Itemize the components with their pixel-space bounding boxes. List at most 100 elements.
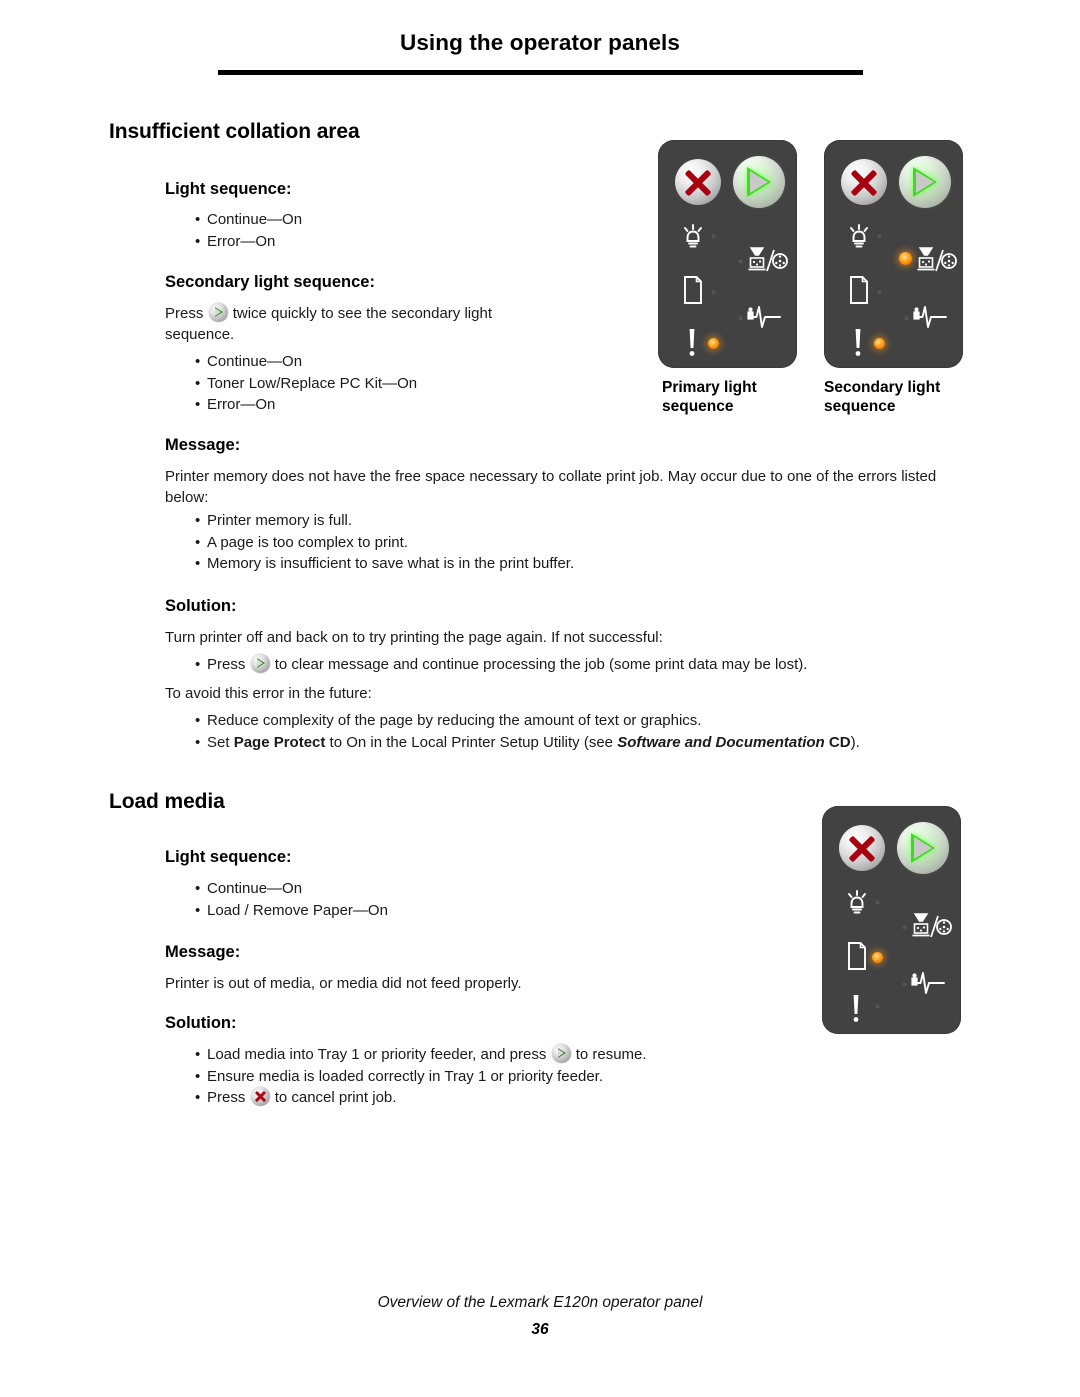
cancel-button-icon[interactable] — [841, 159, 887, 205]
paper-led — [711, 290, 716, 295]
error-led — [875, 1004, 880, 1009]
bullet-glyph: • — [195, 533, 201, 551]
bullet-glyph: • — [195, 712, 201, 729]
error-exclamation-icon — [853, 995, 859, 1022]
light-sequence-heading-1: Light sequence: — [165, 180, 292, 198]
secondary-light-sequence-intro: Press twice quickly to see the secondary… — [165, 303, 535, 345]
solution-text-after: to resume. — [575, 1046, 647, 1063]
light-sequence-heading-2: Light sequence: — [165, 848, 292, 866]
list-item: • Continue—On — [165, 878, 388, 900]
error-exclamation-icon — [855, 329, 861, 356]
solution-text-before: Load media into Tray 1 or priority feede… — [207, 1046, 547, 1063]
solution-text-part1: Set — [207, 733, 234, 751]
solution-list-1b: • Reduce complexity of the page by reduci… — [165, 710, 860, 753]
continue-button-icon[interactable] — [208, 303, 228, 322]
jam-led — [904, 316, 909, 321]
bullet-glyph: • — [195, 512, 201, 529]
cancel-button-icon[interactable] — [839, 825, 885, 871]
page-header: Using the operator panels — [0, 30, 1080, 56]
bullet-glyph: • — [195, 396, 201, 413]
list-item: • Press to clear message and continue pr… — [165, 654, 807, 676]
secondary-light-sequence-list: • Continue—On • Toner Low/Replace PC Kit—O… — [165, 351, 417, 416]
continue-button-icon[interactable] — [551, 1044, 571, 1063]
cancel-button-icon[interactable] — [250, 1087, 270, 1106]
footer-page-number: 36 — [531, 1321, 549, 1338]
bullet-glyph: • — [195, 1067, 201, 1085]
bullet-glyph: • — [195, 656, 201, 673]
solution-heading-2: Solution: — [165, 1014, 237, 1032]
message-body-2: Printer is out of media, or media did no… — [165, 975, 522, 992]
jam-led — [738, 316, 743, 321]
continue-button-icon[interactable] — [250, 654, 270, 673]
list-item: • Set Page Protect to On in the Local Pr… — [165, 732, 860, 754]
section-heading-load-media: Load media — [109, 790, 225, 813]
load-remove-paper-icon — [850, 276, 868, 304]
toner-low-replace-pc-kit-icon — [917, 247, 957, 272]
list-item: • Ensure media is loaded correctly in Tra… — [165, 1066, 647, 1088]
jam-led — [902, 982, 907, 987]
continue-button-icon[interactable] — [729, 152, 789, 212]
solution-intro-1: Turn printer off and back on to try prin… — [165, 629, 663, 646]
page-protect-term: Page Protect — [233, 733, 326, 751]
paper-jam-icon — [747, 306, 781, 328]
x-glyph — [839, 825, 885, 871]
x-glyph — [675, 159, 721, 205]
list-item: • Toner Low/Replace PC Kit—On — [165, 373, 417, 395]
list-item: • Continue—On — [165, 209, 302, 231]
ready-lamp-led — [875, 900, 880, 905]
intro-text-before: Press — [165, 305, 204, 322]
solution-heading-1: Solution: — [165, 597, 237, 615]
bullet-glyph: • — [195, 353, 201, 370]
message-heading-1: Message: — [165, 436, 241, 454]
list-item: • Load media into Tray 1 or priority fee… — [165, 1044, 647, 1066]
bullet-glyph: • — [195, 232, 201, 250]
light-sequence-list-1: • Continue—On • Error—On — [165, 209, 302, 252]
continue-button-icon[interactable] — [893, 818, 953, 878]
solution-list-1a: • Press to clear message and continue pr… — [165, 654, 807, 676]
toner-led — [902, 925, 907, 930]
bullet-glyph: • — [195, 880, 201, 897]
list-item: • Memory is insufficient to save what is … — [165, 553, 574, 575]
list-item: • Reduce complexity of the page by reduci… — [165, 710, 860, 732]
list-item: • Press to cancel print job. — [165, 1087, 647, 1109]
caption-line-1: Primary light — [662, 379, 757, 396]
solution-mid-text-1: To avoid this error in the future: — [165, 685, 372, 702]
solution-list-2: • Load media into Tray 1 or priority fee… — [165, 1044, 647, 1109]
solution-text-part3: ). — [850, 733, 860, 751]
caption-line-2: sequence — [824, 397, 896, 415]
primary-panel-caption: Primary light sequence — [662, 379, 822, 416]
continue-button-icon[interactable] — [895, 152, 955, 212]
list-item: • A page is too complex to print. — [165, 532, 574, 554]
ready-lamp-icon — [684, 224, 702, 248]
bullet-glyph: • — [195, 733, 201, 751]
cancel-button-icon[interactable] — [675, 159, 721, 205]
solution-text-part2: to On in the Local Printer Setup Utility… — [325, 733, 618, 751]
ready-lamp-icon — [848, 890, 866, 914]
bullet-glyph: • — [195, 211, 201, 228]
solution-text-after: to clear message and continue processing… — [274, 656, 808, 673]
solution-text-after: to cancel print job. — [274, 1089, 397, 1106]
toner-led — [899, 252, 912, 265]
paper-led — [877, 290, 882, 295]
list-item: • Load / Remove Paper—On — [165, 900, 388, 922]
header-divider — [218, 70, 863, 75]
ready-lamp-icon — [850, 224, 868, 248]
error-led — [708, 338, 719, 349]
primary-light-sequence-panel — [658, 140, 797, 368]
error-led — [874, 338, 885, 349]
solution-text-before: Press — [207, 656, 246, 673]
triangle-inner-glyph — [914, 836, 932, 859]
triangle-inner-glyph — [916, 170, 934, 193]
light-sequence-list-2: • Continue—On • Load / Remove Paper—On — [165, 878, 388, 921]
bullet-glyph: • — [195, 555, 201, 572]
toner-low-replace-pc-kit-icon — [748, 247, 788, 272]
triangle-inner-glyph — [750, 170, 768, 193]
load-media-light-sequence-panel — [822, 806, 961, 1034]
list-item: • Printer memory is full. — [165, 510, 574, 532]
load-remove-paper-icon — [848, 942, 866, 970]
bullet-glyph: • — [195, 1046, 201, 1063]
toner-low-replace-pc-kit-icon — [912, 913, 952, 938]
secondary-light-sequence-heading: Secondary light sequence: — [165, 273, 375, 291]
page-title: Using the operator panels — [399, 30, 681, 55]
list-item: • Error—On — [165, 231, 302, 253]
